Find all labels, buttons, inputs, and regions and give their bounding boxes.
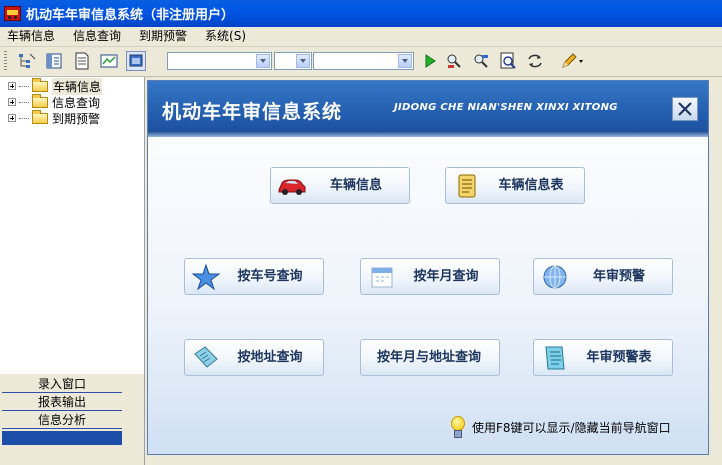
button-label: 年审预警表 <box>586 350 652 365</box>
pencil-dropdown-icon[interactable] <box>560 51 586 71</box>
tree-item-expire[interactable]: 到期预警 <box>8 109 101 126</box>
toolbar <box>0 47 722 77</box>
expand-icon[interactable] <box>8 114 16 122</box>
car-icon <box>278 179 306 195</box>
tree-item-label: 车辆信息 <box>52 77 103 95</box>
toolbar-grip[interactable] <box>4 51 7 72</box>
tree-item-label: 信息查询 <box>52 95 101 110</box>
expand-icon[interactable] <box>8 98 16 106</box>
window-title: 机动车年审信息系统（非注册用户） <box>26 8 235 23</box>
filter-combo-1[interactable] <box>167 52 272 70</box>
tree-item-vehicle[interactable]: 车辆信息 <box>8 77 103 95</box>
menu-bar: 车辆信息 信息查询 到期预警 系统(S) <box>0 27 722 47</box>
button-label: 按地址查询 <box>237 350 303 365</box>
nav-empty-slot <box>2 431 122 445</box>
button-label: 车辆信息 <box>329 178 382 193</box>
menu-system[interactable]: 系统(S) <box>196 27 255 46</box>
nav-report-output[interactable]: 报表输出 <box>2 394 122 411</box>
query-by-month-button[interactable]: 按年月查询 <box>360 258 500 295</box>
query-by-month-address-button[interactable]: 按年月与地址查询 <box>360 339 500 376</box>
chevron-down-icon[interactable] <box>398 54 412 68</box>
menu-expire[interactable]: 到期预警 <box>130 27 196 46</box>
vehicle-info-button[interactable]: 车辆信息 <box>270 167 410 204</box>
hint-text: 使用F8键可以显示/隐藏当前导航窗口 <box>472 420 671 435</box>
chart-icon[interactable] <box>99 51 119 71</box>
warning-table-button[interactable]: 年审预警表 <box>533 339 673 376</box>
expand-icon[interactable] <box>8 82 16 90</box>
list-document-icon <box>545 346 565 370</box>
query-by-address-button[interactable]: 按地址查询 <box>184 339 324 376</box>
nav-entry-window[interactable]: 录入窗口 <box>2 376 122 393</box>
folder-icon <box>32 109 48 124</box>
button-label: 年审预警 <box>592 269 645 284</box>
navigation-tree: 车辆信息 信息查询 到期预警 <box>0 77 145 374</box>
calendar-icon <box>371 267 393 288</box>
vehicle-table-button[interactable]: 车辆信息表 <box>445 167 585 204</box>
f8-hint: 使用F8键可以显示/隐藏当前导航窗口 <box>448 415 671 439</box>
menu-query[interactable]: 信息查询 <box>64 27 130 46</box>
button-label: 按年月与地址查询 <box>376 350 481 365</box>
star-icon <box>191 263 221 291</box>
button-label: 按年月查询 <box>413 269 479 284</box>
dialog-title: 机动车年审信息系统 <box>162 101 343 123</box>
dialog-banner: 机动车年审信息系统 JIDONG CHE NIAN'SHEN XINXI XIT… <box>148 81 708 137</box>
folder-open-icon <box>32 77 48 92</box>
play-icon[interactable] <box>420 51 440 71</box>
nav-info-analysis[interactable]: 信息分析 <box>2 412 122 429</box>
filter-combo-3[interactable] <box>313 52 414 70</box>
tree-view-icon[interactable] <box>17 51 37 71</box>
close-icon <box>678 102 692 116</box>
lightbulb-icon <box>448 416 466 438</box>
app-car-icon <box>4 6 21 21</box>
notepad-icon <box>194 346 218 368</box>
dialog-subtitle: JIDONG CHE NIAN'SHEN XINXI XITONG <box>394 102 618 113</box>
button-label: 按车号查询 <box>237 269 303 284</box>
button-label: 车辆信息表 <box>498 178 564 193</box>
menu-vehicle[interactable]: 车辆信息 <box>0 27 64 46</box>
globe-icon <box>543 265 567 289</box>
refresh-icon[interactable] <box>525 51 545 71</box>
navigation-panel: 录入窗口 报表输出 信息分析 <box>0 374 145 465</box>
tree-item-query[interactable]: 信息查询 <box>8 93 101 110</box>
scroll-document-icon <box>458 174 476 198</box>
close-button[interactable] <box>672 97 698 121</box>
document-icon[interactable] <box>72 51 92 71</box>
annual-warning-button[interactable]: 年审预警 <box>533 258 673 295</box>
tree-item-label: 到期预警 <box>52 111 101 126</box>
title-bar: 机动车年审信息系统（非注册用户） <box>0 0 722 27</box>
preview-icon[interactable] <box>498 51 518 71</box>
window-toggle-icon[interactable] <box>126 51 146 71</box>
chevron-down-icon[interactable] <box>296 54 310 68</box>
find-icon[interactable] <box>444 51 464 71</box>
main-dialog: 机动车年审信息系统 JIDONG CHE NIAN'SHEN XINXI XIT… <box>147 80 709 455</box>
query-by-plate-button[interactable]: 按车号查询 <box>184 258 324 295</box>
chevron-down-icon[interactable] <box>256 54 270 68</box>
form-view-icon[interactable] <box>44 51 64 71</box>
find-next-icon[interactable] <box>471 51 491 71</box>
folder-icon <box>32 93 48 108</box>
filter-combo-2[interactable] <box>274 52 312 70</box>
